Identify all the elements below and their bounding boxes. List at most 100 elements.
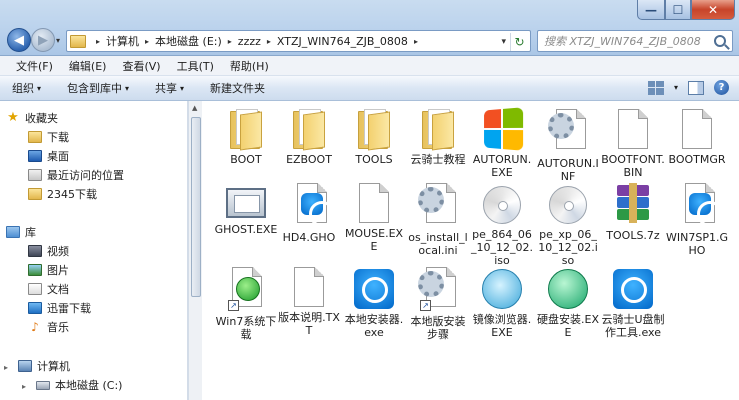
nav-favorites[interactable]: ★ 收藏夹 bbox=[6, 109, 58, 127]
minimize-button[interactable]: — bbox=[637, 0, 665, 20]
file-item-win7-download[interactable]: ↗ Win7系统下载 bbox=[214, 267, 278, 341]
breadcrumb-separator-icon[interactable]: ▸ bbox=[414, 37, 418, 46]
breadcrumb-current-folder[interactable]: XTZJ_WIN764_ZJB_0808 bbox=[277, 35, 408, 48]
file-item-bootmgr[interactable]: BOOTMGR bbox=[665, 109, 729, 166]
file-item-tutorial-folder[interactable]: 云骑士教程 bbox=[406, 109, 470, 166]
archive-icon bbox=[613, 183, 653, 225]
scrollbar-thumb[interactable] bbox=[191, 117, 201, 297]
file-item-ghost-exe[interactable]: GHOST.EXE bbox=[214, 183, 278, 236]
search-input[interactable]: 搜索 XTZJ_WIN764_ZJB_0808 bbox=[544, 33, 714, 49]
file-item-version-txt[interactable]: 版本说明.TXT bbox=[277, 267, 341, 337]
breadcrumb-separator-icon[interactable]: ▸ bbox=[267, 37, 271, 46]
nav-item-thunder-downloads[interactable]: 迅雷下载 bbox=[28, 299, 91, 317]
file-item-autorun-inf[interactable]: AUTORUN.INF bbox=[536, 109, 600, 183]
menu-view[interactable]: 查看(V) bbox=[114, 58, 168, 74]
file-name: pe_xp_06_10_12_02.iso bbox=[538, 228, 598, 267]
file-name: EZBOOT bbox=[286, 153, 332, 166]
change-view-icon[interactable] bbox=[647, 80, 664, 95]
navigation-scrollbar[interactable]: ▲ bbox=[188, 101, 202, 400]
share-button[interactable]: 共享 ▾ bbox=[155, 80, 184, 96]
nav-item-2345-downloads[interactable]: 2345下载 bbox=[28, 185, 97, 203]
address-history-dropdown-icon[interactable]: ▾ bbox=[501, 37, 506, 47]
forward-button[interactable]: ▶ bbox=[31, 28, 55, 52]
file-name: WIN7SP1.GHO bbox=[666, 231, 728, 257]
file-item-mouse-exe[interactable]: MOUSE.EXE bbox=[342, 183, 406, 253]
menu-file[interactable]: 文件(F) bbox=[8, 58, 61, 74]
menu-help[interactable]: 帮助(H) bbox=[222, 58, 277, 74]
new-folder-button[interactable]: 新建文件夹 bbox=[210, 80, 265, 96]
desktop-icon bbox=[28, 150, 42, 162]
file-item-autorun-exe[interactable]: AUTORUN.EXE bbox=[470, 107, 534, 179]
menu-tools[interactable]: 工具(T) bbox=[169, 58, 222, 74]
file-item-bootfont-bin[interactable]: BOOTFONT.BIN bbox=[601, 109, 665, 179]
search-icon[interactable] bbox=[714, 35, 726, 47]
file-item-pe-xp-iso[interactable]: pe_xp_06_10_12_02.iso bbox=[536, 183, 600, 267]
include-in-library-button[interactable]: 包含到库中 ▾ bbox=[67, 80, 129, 96]
file-item-os-install-ini[interactable]: os_install_local.ini bbox=[406, 183, 470, 257]
file-item-install-steps[interactable]: ↗ 本地版安装步骤 bbox=[406, 267, 470, 341]
breadcrumb-separator-icon[interactable]: ▸ bbox=[96, 37, 100, 46]
breadcrumb-zzzz[interactable]: zzzz bbox=[238, 35, 261, 48]
nav-item-recent-places[interactable]: 最近访问的位置 bbox=[28, 166, 124, 184]
disc-image-icon bbox=[549, 186, 587, 224]
file-item-disk-install[interactable]: 硬盘安装.EXE bbox=[536, 267, 600, 339]
downloads-folder-icon bbox=[28, 131, 42, 143]
file-item-local-installer[interactable]: 本地安装器.exe bbox=[342, 267, 406, 339]
scroll-up-icon[interactable]: ▲ bbox=[192, 104, 197, 112]
chevron-down-icon: ▾ bbox=[125, 83, 130, 93]
file-item-tools-7z[interactable]: TOOLS.7z bbox=[601, 183, 665, 242]
view-options-chevron-icon[interactable]: ▾ bbox=[674, 83, 678, 92]
file-item-hd4-gho[interactable]: HD4.GHO bbox=[277, 183, 341, 244]
nav-libraries[interactable]: 库 bbox=[6, 223, 36, 241]
expand-computer-icon[interactable]: ▸ bbox=[4, 363, 8, 372]
breadcrumb-computer[interactable]: 计算机 bbox=[106, 33, 139, 49]
breadcrumb-drive-e[interactable]: 本地磁盘 (E:) bbox=[155, 33, 222, 49]
search-box[interactable]: 搜索 XTZJ_WIN764_ZJB_0808 bbox=[537, 30, 733, 52]
nav-item-pictures[interactable]: 图片 bbox=[28, 261, 69, 279]
file-item-pe-864-iso[interactable]: pe_864_06_10_12_02.iso bbox=[470, 183, 534, 267]
preview-pane-icon[interactable] bbox=[688, 80, 704, 95]
organize-button[interactable]: 组织 ▾ bbox=[12, 80, 41, 96]
organize-label: 组织 bbox=[12, 82, 34, 95]
file-item-usb-maker[interactable]: 云骑士U盘制作工具.exe bbox=[601, 267, 665, 339]
blank-file-icon bbox=[618, 109, 648, 149]
address-bar[interactable]: ▸ 计算机 ▸ 本地磁盘 (E:) ▸ zzzz ▸ XTZJ_WIN764_Z… bbox=[66, 30, 531, 52]
installer-app-icon bbox=[613, 269, 653, 309]
libraries-icon bbox=[6, 226, 20, 238]
file-item-image-browser[interactable]: 镜像浏览器.EXE bbox=[470, 267, 534, 339]
expand-drive-c-icon[interactable]: ▸ bbox=[22, 382, 26, 391]
nav-item-documents[interactable]: 文档 bbox=[28, 280, 69, 298]
close-button[interactable]: ✕ bbox=[691, 0, 735, 20]
recent-places-icon bbox=[28, 169, 42, 181]
back-button[interactable]: ◀ bbox=[7, 28, 31, 52]
navigation-pane: ★ 收藏夹 下载 桌面 最近访问的位置 2345下载 库 视频 图片 文档 迅雷… bbox=[0, 101, 188, 400]
file-item-ezboot[interactable]: EZBOOT bbox=[277, 109, 341, 166]
maximize-button[interactable]: ☐ bbox=[665, 0, 691, 20]
file-item-win7sp1-gho[interactable]: WIN7SP1.GHO bbox=[665, 183, 729, 257]
help-icon[interactable]: ? bbox=[714, 80, 729, 95]
refresh-button[interactable]: ↻ bbox=[510, 33, 528, 51]
file-name: 本地版安装步骤 bbox=[410, 315, 466, 341]
breadcrumb-separator-icon[interactable]: ▸ bbox=[145, 37, 149, 46]
menu-edit[interactable]: 编辑(E) bbox=[61, 58, 115, 74]
nav-label: 图片 bbox=[47, 264, 69, 277]
nav-item-music[interactable]: ♪ 音乐 bbox=[28, 318, 69, 336]
disk-install-icon bbox=[548, 269, 588, 309]
nav-computer[interactable]: 计算机 bbox=[18, 357, 70, 375]
nav-item-downloads[interactable]: 下载 bbox=[28, 128, 69, 146]
file-item-boot[interactable]: BOOT bbox=[214, 109, 278, 166]
computer-icon bbox=[18, 360, 32, 372]
nav-item-videos[interactable]: 视频 bbox=[28, 242, 69, 260]
music-icon: ♪ bbox=[31, 320, 39, 334]
recent-pages-dropdown-icon[interactable]: ▾ bbox=[56, 36, 60, 45]
command-toolbar: 组织 ▾ 包含到库中 ▾ 共享 ▾ 新建文件夹 ▾ ? bbox=[0, 76, 739, 101]
file-name: TOOLS bbox=[355, 153, 393, 166]
include-in-library-label: 包含到库中 bbox=[67, 82, 123, 95]
share-label: 共享 bbox=[155, 82, 178, 95]
file-name: pe_864_06_10_12_02.iso bbox=[471, 228, 533, 267]
file-item-tools-folder[interactable]: TOOLS bbox=[342, 109, 406, 166]
nav-item-desktop[interactable]: 桌面 bbox=[28, 147, 69, 165]
nav-item-drive-c[interactable]: 本地磁盘 (C:) bbox=[36, 376, 122, 394]
nav-label: 计算机 bbox=[37, 360, 70, 373]
breadcrumb-separator-icon[interactable]: ▸ bbox=[228, 37, 232, 46]
